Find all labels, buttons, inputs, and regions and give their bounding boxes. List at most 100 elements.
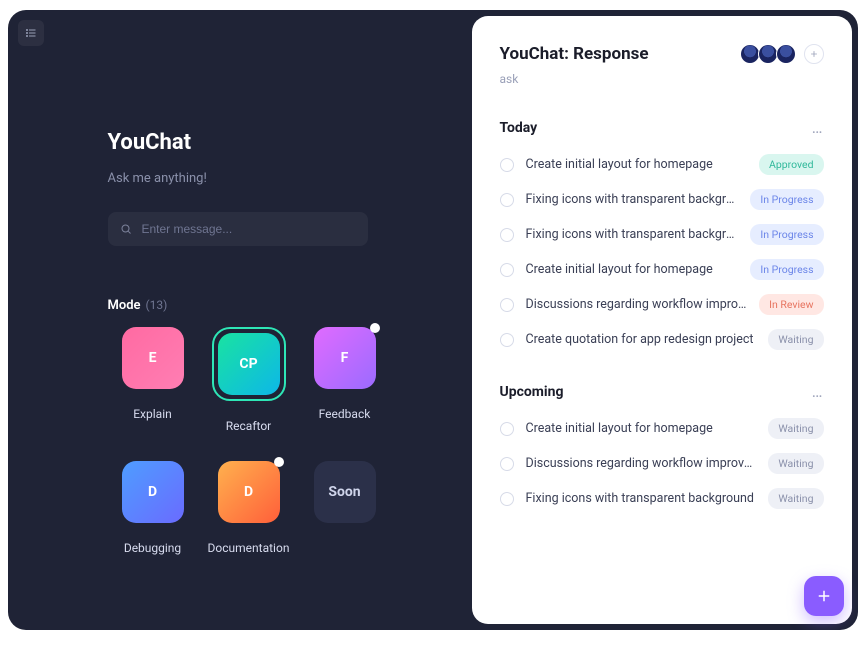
task-row: Create initial layout for homepage Approv… bbox=[500, 154, 824, 175]
app-title: YouChat bbox=[108, 130, 478, 155]
task-title: Discussions regarding workflow improveme… bbox=[526, 456, 759, 471]
task-title: Create quotation for app redesign projec… bbox=[526, 332, 754, 347]
task-left: Fixing icons with transparent background bbox=[500, 192, 741, 207]
mode-card-wrap: D bbox=[122, 461, 184, 523]
mode-card-label: Documentation bbox=[208, 541, 290, 555]
mode-card-wrap: Soon bbox=[314, 461, 376, 523]
task-row: Create initial layout for homepage In Pro… bbox=[500, 259, 824, 280]
mode-card-col: CP Recaftor bbox=[204, 327, 294, 433]
mode-cards-grid: E Explain CP Recaftor F Feedback D Debugging D Do… bbox=[108, 327, 478, 555]
avatar-group bbox=[744, 44, 824, 64]
mode-card[interactable]: D bbox=[122, 461, 184, 523]
mode-header: Mode (13) bbox=[108, 298, 478, 313]
task-checkbox[interactable] bbox=[500, 193, 514, 207]
task-title: Create initial layout for homepage bbox=[526, 262, 713, 277]
mode-card-col: E Explain bbox=[108, 327, 198, 433]
avatar[interactable] bbox=[776, 44, 796, 64]
search-icon bbox=[120, 223, 132, 235]
mode-card-initial: D bbox=[148, 484, 157, 500]
task-left: Fixing icons with transparent background bbox=[500, 491, 754, 506]
task-row: Fixing icons with transparent background… bbox=[500, 224, 824, 245]
task-title: Create initial layout for homepage bbox=[526, 421, 713, 436]
app-frame: YouChat Ask me anything! Mode (13) E Expl… bbox=[8, 10, 858, 630]
task-row: Create initial layout for homepageWaitin… bbox=[500, 418, 824, 439]
task-row: Fixing icons with transparent background… bbox=[500, 488, 824, 509]
right-pane: YouChat: Response ask Today … Create initi… bbox=[472, 16, 852, 624]
section: Upcoming … Create initial layout for homep… bbox=[500, 384, 824, 509]
task-title: Discussions regarding workflow improveme… bbox=[526, 297, 750, 312]
mode-card-label: Explain bbox=[133, 407, 172, 421]
section-title: Upcoming bbox=[500, 384, 564, 400]
task-title: Fixing icons with transparent background bbox=[526, 192, 741, 207]
task-title: Fixing icons with transparent background bbox=[526, 227, 741, 242]
status-badge: Waiting bbox=[768, 488, 823, 509]
task-row: Discussions regarding workflow improveme… bbox=[500, 294, 824, 315]
task-checkbox[interactable] bbox=[500, 158, 514, 172]
mode-label: Mode bbox=[108, 298, 141, 313]
mode-card-initial: Soon bbox=[328, 484, 360, 500]
mode-card-label: Feedback bbox=[319, 407, 371, 421]
add-member-button[interactable] bbox=[804, 44, 824, 64]
task-checkbox[interactable] bbox=[500, 422, 514, 436]
mode-card-wrap: D bbox=[218, 461, 280, 523]
status-badge: Waiting bbox=[768, 329, 823, 350]
task-row: Create quotation for app redesign projec… bbox=[500, 329, 824, 350]
status-badge: In Progress bbox=[750, 259, 823, 280]
status-badge: Waiting bbox=[768, 453, 823, 474]
task-left: Create initial layout for homepage bbox=[500, 421, 713, 436]
task-left: Create initial layout for homepage bbox=[500, 157, 713, 172]
mode-card[interactable]: Soon bbox=[314, 461, 376, 523]
fab-add-button[interactable] bbox=[804, 576, 844, 616]
section-title: Today bbox=[500, 120, 538, 136]
mode-card-initial: E bbox=[149, 350, 157, 366]
task-left: Discussions regarding workflow improveme… bbox=[500, 456, 759, 471]
plus-icon bbox=[815, 587, 833, 605]
mode-card-col: Soon bbox=[300, 461, 390, 555]
task-list: Create initial layout for homepage Approv… bbox=[500, 154, 824, 350]
avatar[interactable] bbox=[740, 44, 760, 64]
mode-card[interactable]: D bbox=[218, 461, 280, 523]
mode-card-col: F Feedback bbox=[300, 327, 390, 433]
section: Today … Create initial layout for homepage… bbox=[500, 120, 824, 350]
avatar[interactable] bbox=[758, 44, 778, 64]
app-subtitle: Ask me anything! bbox=[108, 171, 478, 186]
mode-card-initial: F bbox=[341, 350, 349, 366]
mode-card-wrap: CP bbox=[212, 327, 286, 401]
status-badge: In Progress bbox=[750, 224, 823, 245]
status-badge: In Review bbox=[759, 294, 823, 315]
task-checkbox[interactable] bbox=[500, 457, 514, 471]
mode-card-col: D Documentation bbox=[204, 461, 294, 555]
response-header: YouChat: Response ask bbox=[500, 44, 824, 86]
task-title: Create initial layout for homepage bbox=[526, 157, 713, 172]
task-list: Create initial layout for homepage Waitin… bbox=[500, 418, 824, 509]
task-left: Create quotation for app redesign projec… bbox=[500, 332, 754, 347]
task-row: Fixing icons with transparent background… bbox=[500, 189, 824, 210]
task-checkbox[interactable] bbox=[500, 298, 514, 312]
mode-card-label: Recaftor bbox=[226, 419, 271, 433]
mode-card-initial: D bbox=[244, 484, 253, 500]
mode-count: (13) bbox=[146, 298, 168, 312]
response-subtitle: ask bbox=[500, 72, 649, 86]
task-checkbox[interactable] bbox=[500, 263, 514, 277]
mode-card[interactable]: E bbox=[122, 327, 184, 389]
task-title: Fixing icons with transparent background bbox=[526, 491, 754, 506]
mode-card-label: Debugging bbox=[124, 541, 181, 555]
mode-card[interactable]: F bbox=[314, 327, 376, 389]
search-input[interactable] bbox=[142, 222, 356, 236]
mode-card-wrap: F bbox=[314, 327, 376, 389]
task-left: Discussions regarding workflow improveme… bbox=[500, 297, 750, 312]
section-more-button[interactable]: … bbox=[812, 384, 824, 400]
task-left: Fixing icons with transparent background bbox=[500, 227, 741, 242]
section-more-button[interactable]: … bbox=[812, 120, 824, 136]
status-badge: In Progress bbox=[750, 189, 823, 210]
task-left: Create initial layout for homepage bbox=[500, 262, 713, 277]
status-badge: Approved bbox=[759, 154, 824, 175]
notification-dot bbox=[274, 457, 284, 467]
task-checkbox[interactable] bbox=[500, 492, 514, 506]
plus-icon bbox=[809, 49, 819, 59]
mode-card[interactable]: CP bbox=[218, 333, 280, 395]
sections-container: Today … Create initial layout for homepage… bbox=[500, 120, 824, 509]
search-bar[interactable] bbox=[108, 212, 368, 246]
task-checkbox[interactable] bbox=[500, 333, 514, 347]
task-checkbox[interactable] bbox=[500, 228, 514, 242]
